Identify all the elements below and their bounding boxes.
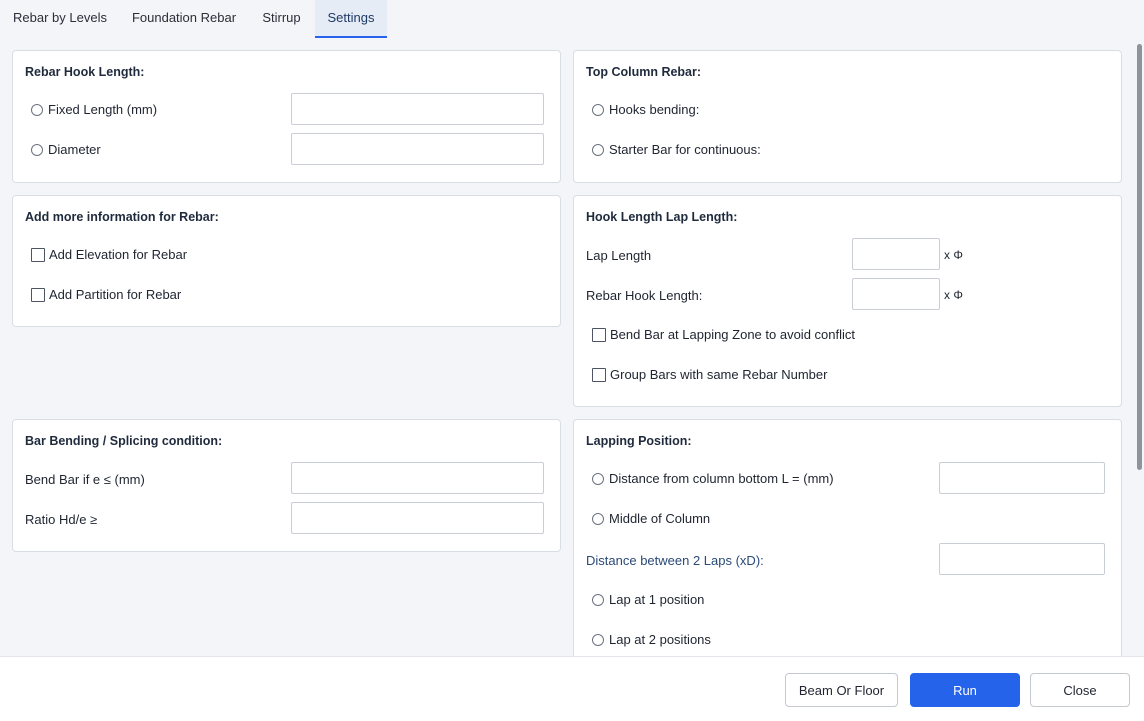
add-partition-checkbox[interactable] (31, 288, 45, 302)
panel-title: Add more information for Rebar: (25, 210, 219, 224)
distance-between-laps-input[interactable] (939, 543, 1105, 575)
vertical-scrollbar[interactable] (1137, 44, 1142, 470)
middle-of-column-radio[interactable] (592, 513, 604, 525)
bend-bar-lapping-label: Bend Bar at Lapping Zone to avoid confli… (610, 327, 855, 342)
distance-from-bottom-radio[interactable] (592, 473, 604, 485)
fixed-length-input[interactable] (291, 93, 544, 125)
ratio-hd-e-label: Ratio Hd/e ≥ (25, 512, 98, 527)
starter-bar-label: Starter Bar for continuous: (609, 142, 761, 157)
distance-from-bottom-label: Distance from column bottom L = (mm) (609, 471, 834, 486)
lap-length-unit: x Φ (944, 248, 963, 262)
tab-stirrup[interactable]: Stirrup (248, 0, 315, 38)
lap-length-label: Lap Length (586, 248, 652, 263)
dialog-footer: Beam Or Floor Run Close (0, 656, 1144, 721)
lap-1-position-radio[interactable] (592, 594, 604, 606)
lap-1-position-label: Lap at 1 position (609, 592, 705, 607)
lap-2-positions-radio[interactable] (592, 634, 604, 646)
panel-bar-bending: Bar Bending / Splicing condition: Bend B… (12, 419, 561, 552)
bend-bar-if-label: Bend Bar if e ≤ (mm) (25, 472, 145, 487)
group-bars-label: Group Bars with same Rebar Number (610, 367, 828, 382)
panel-title: Top Column Rebar: (586, 65, 702, 79)
bend-bar-if-input[interactable] (291, 462, 544, 494)
diameter-input[interactable] (291, 133, 544, 165)
beam-or-floor-button[interactable]: Beam Or Floor (785, 673, 898, 707)
lap-length-input[interactable] (852, 238, 940, 270)
rebar-hook-length-input[interactable] (852, 278, 940, 310)
run-button[interactable]: Run (910, 673, 1020, 707)
lap-2-positions-label: Lap at 2 positions (609, 632, 711, 647)
panel-title: Hook Length Lap Length: (586, 210, 738, 224)
hooks-bending-label: Hooks bending: (609, 102, 700, 117)
diameter-radio[interactable] (31, 144, 43, 156)
add-elevation-checkbox[interactable] (31, 248, 45, 262)
panel-title: Rebar Hook Length: (25, 65, 145, 79)
panel-title: Bar Bending / Splicing condition: (25, 434, 223, 448)
tab-rebar-by-levels[interactable]: Rebar by Levels (0, 0, 120, 38)
panel-add-info: Add more information for Rebar: Add Elev… (12, 195, 561, 327)
add-partition-label: Add Partition for Rebar (49, 287, 182, 302)
close-button[interactable]: Close (1030, 673, 1130, 707)
panel-hook-lap-length: Hook Length Lap Length: Lap Length x Φ R… (573, 195, 1122, 407)
fixed-length-label: Fixed Length (mm) (48, 102, 158, 117)
tab-bar: Rebar by Levels Foundation Rebar Stirrup… (0, 0, 1144, 38)
starter-bar-radio[interactable] (592, 144, 604, 156)
middle-of-column-label: Middle of Column (609, 511, 711, 526)
fixed-length-radio[interactable] (31, 104, 43, 116)
tab-settings[interactable]: Settings (315, 0, 387, 38)
settings-content: Rebar Hook Length: Fixed Length (mm) Dia… (0, 38, 1144, 656)
ratio-hd-e-input[interactable] (291, 502, 544, 534)
diameter-label: Diameter (48, 142, 101, 157)
rebar-hook-length-label: Rebar Hook Length: (586, 288, 703, 303)
rebar-hook-length-unit: x Φ (944, 288, 963, 302)
distance-from-bottom-input[interactable] (939, 462, 1105, 494)
panel-rebar-hook-length: Rebar Hook Length: Fixed Length (mm) Dia… (12, 50, 561, 183)
hooks-bending-radio[interactable] (592, 104, 604, 116)
distance-between-laps-label: Distance between 2 Laps (xD): (586, 553, 764, 568)
add-elevation-label: Add Elevation for Rebar (49, 247, 188, 262)
tab-foundation-rebar[interactable]: Foundation Rebar (120, 0, 248, 38)
group-bars-checkbox[interactable] (592, 368, 606, 382)
panel-top-column-rebar: Top Column Rebar: Hooks bending: Starter… (573, 50, 1122, 183)
bend-bar-lapping-checkbox[interactable] (592, 328, 606, 342)
panel-title: Lapping Position: (586, 434, 692, 448)
panel-lapping-position: Lapping Position: Distance from column b… (573, 419, 1122, 656)
